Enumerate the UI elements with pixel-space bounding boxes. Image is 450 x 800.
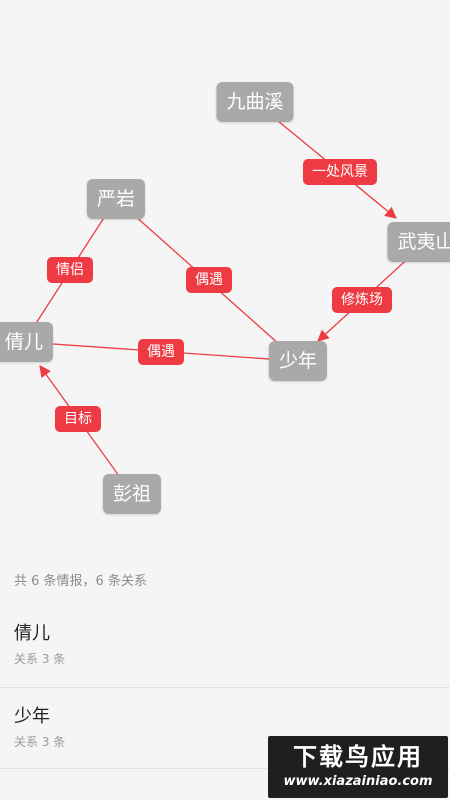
node-pengzu[interactable]: 彭祖 [102,474,162,514]
relationship-graph[interactable]: 九曲溪 严岩 武夷山 倩儿 少年 彭祖 一处风景 情侣 偶遇 修炼场 偶遇 目标 [0,0,450,545]
edge-label-wuyishan-shaonian[interactable]: 修炼场 [332,287,392,313]
list-item-relation-count: 关系 3 条 [14,735,66,749]
edge-label-yanyan-shaonian[interactable]: 偶遇 [186,267,232,293]
edge-label-jiuquxi-wuyishan[interactable]: 一处风景 [303,159,377,185]
node-qianer[interactable]: 倩儿 [0,322,54,362]
list-item-name: 倩儿 [14,623,50,644]
node-wuyishan[interactable]: 武夷山 [387,222,450,262]
watermark-title: 下载鸟应用 [293,743,423,771]
list-item-relation-count: 关系 3 条 [14,652,66,666]
node-jiuquxi[interactable]: 九曲溪 [216,82,294,122]
node-shaonian[interactable]: 少年 [268,341,328,381]
edge-label-qianer-shaonian[interactable]: 偶遇 [138,339,184,365]
summary-text: 共 6 条情报，6 条关系 [14,574,147,589]
node-yanyan[interactable]: 严岩 [86,179,146,219]
edge-label-yanyan-qianer[interactable]: 情侣 [47,257,93,283]
list-item[interactable]: 倩儿 关系 3 条 [0,605,450,685]
list-item-name: 少年 [14,706,50,727]
edge-label-pengzu-qianer[interactable]: 目标 [55,406,101,432]
watermark-url: www.xiazainiao.com [283,774,433,789]
watermark-logo: 下载鸟应用 www.xiazainiao.com [268,736,448,798]
